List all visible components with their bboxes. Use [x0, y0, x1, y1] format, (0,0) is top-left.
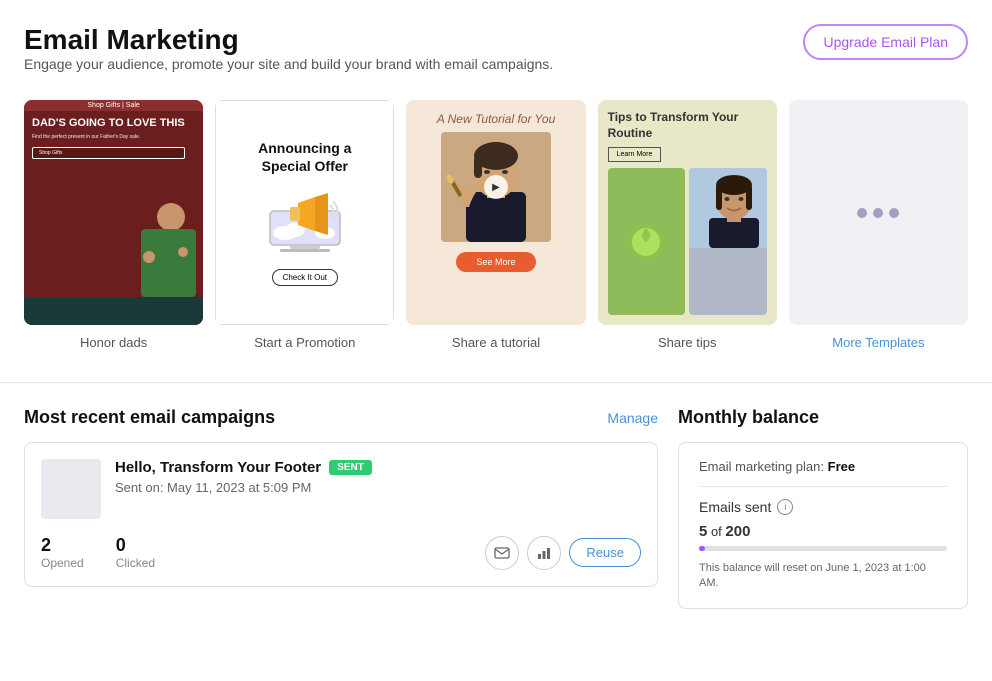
campaign-card: Hello, Transform Your Footer SENT Sent o…	[24, 442, 658, 587]
page-subtitle: Engage your audience, promote your site …	[24, 56, 553, 72]
clicked-count: 0	[116, 535, 155, 556]
email-icon	[494, 545, 510, 561]
chart-icon-button[interactable]	[527, 536, 561, 570]
campaigns-panel: Most recent email campaigns Manage Hello…	[24, 407, 658, 609]
megaphone-illustration	[260, 183, 350, 253]
page-title: Email Marketing	[24, 24, 553, 56]
progress-bar-background	[699, 546, 947, 551]
progress-numbers: 5 of 200	[699, 523, 947, 540]
template-card-promotion[interactable]: Announcing a Special Offer	[215, 100, 394, 350]
dad-illustration	[121, 197, 203, 297]
template-label-honor-dads: Honor dads	[80, 335, 147, 350]
card3-image: ▶	[441, 132, 551, 242]
templates-section: Shop Gifts | Sale DAD'S GOING TO LOVE TH…	[24, 100, 968, 350]
balance-panel: Monthly balance Email marketing plan: Fr…	[678, 407, 968, 609]
template-label-more[interactable]: More Templates	[832, 335, 924, 350]
plan-name: Free	[828, 459, 855, 474]
sent-count: 5	[699, 523, 707, 540]
card4-cta-btn: Learn More	[608, 147, 662, 162]
play-button: ▶	[484, 175, 508, 199]
card2-monitor	[260, 183, 350, 253]
card4-images	[608, 168, 767, 315]
lime-illustration	[626, 222, 666, 262]
template-label-promotion: Start a Promotion	[254, 335, 355, 350]
campaign-name: Hello, Transform Your Footer	[115, 459, 321, 476]
reuse-button[interactable]: Reuse	[569, 538, 641, 567]
chart-icon	[536, 545, 552, 561]
card4-img-woman	[689, 168, 767, 315]
card1-top-bar: Shop Gifts | Sale	[24, 100, 203, 111]
card2-title: Announcing a Special Offer	[232, 139, 377, 175]
balance-card: Email marketing plan: Free Emails sent i…	[678, 442, 968, 609]
section-divider	[0, 382, 992, 383]
manage-link[interactable]: Manage	[607, 410, 658, 426]
campaign-date: Sent on: May 11, 2023 at 5:09 PM	[115, 480, 641, 495]
upgrade-button[interactable]: Upgrade Email Plan	[803, 24, 968, 60]
card3-cta-btn: See More	[456, 252, 535, 272]
campaigns-title: Most recent email campaigns	[24, 407, 275, 428]
bottom-section: Most recent email campaigns Manage Hello…	[24, 407, 968, 633]
template-card-honor-dads[interactable]: Shop Gifts | Sale DAD'S GOING TO LOVE TH…	[24, 100, 203, 350]
card1-desc: Find the perfect present in our Father's…	[32, 134, 185, 141]
more-templates-dots	[789, 100, 968, 325]
balance-note: This balance will reset on June 1, 2023 …	[699, 561, 947, 592]
opened-label: Opened	[41, 556, 84, 570]
balance-title: Monthly balance	[678, 407, 968, 428]
card4-img-lime	[608, 168, 686, 315]
opened-count: 2	[41, 535, 84, 556]
card1-title: DAD'S GOING TO LOVE THIS	[32, 117, 185, 130]
progress-bar-fill	[699, 546, 705, 551]
email-icon-button[interactable]	[485, 536, 519, 570]
template-card-more[interactable]: More Templates	[789, 100, 968, 350]
info-icon[interactable]: i	[777, 499, 793, 515]
campaign-thumbnail	[41, 459, 101, 519]
template-card-tips[interactable]: Tips to Transform Your Routine Learn Mor…	[598, 100, 777, 350]
card1-btn: Shop Gifts	[32, 147, 185, 159]
template-card-tutorial[interactable]: A New Tutorial for You	[406, 100, 585, 350]
sent-total: 200	[725, 523, 750, 540]
sent-badge: SENT	[329, 460, 372, 475]
card4-title: Tips to Transform Your Routine	[608, 110, 767, 141]
plan-label: Email marketing plan:	[699, 459, 824, 474]
card2-cta-btn: Check It Out	[272, 269, 338, 286]
template-label-tips: Share tips	[658, 335, 717, 350]
clicked-label: Clicked	[116, 556, 155, 570]
template-label-tutorial: Share a tutorial	[452, 335, 540, 350]
woman-illustration	[689, 168, 767, 248]
card3-title: A New Tutorial for You	[437, 112, 556, 126]
plan-row: Email marketing plan: Free	[699, 459, 947, 487]
emails-sent-label: Emails sent	[699, 499, 771, 515]
